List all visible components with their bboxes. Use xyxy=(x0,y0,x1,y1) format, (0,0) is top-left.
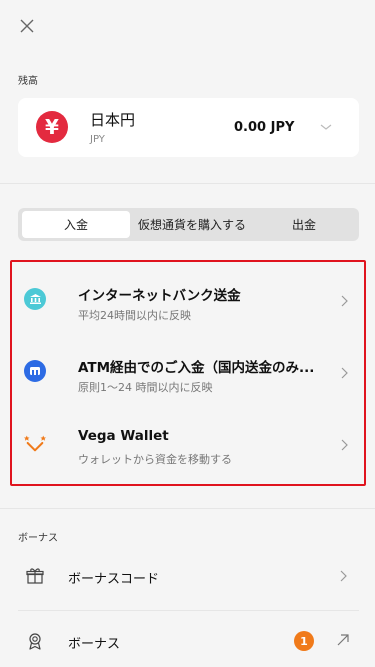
tab-withdraw[interactable]: 出金 xyxy=(254,211,354,238)
deposit-methods-list: インターネットバンク送金 平均24時間以内に反映 ATM経由でのご入金（国内送金… xyxy=(10,260,366,486)
method-internet-bank[interactable]: インターネットバンク送金 平均24時間以内に反映 xyxy=(12,266,364,334)
tab-deposit[interactable]: 入金 xyxy=(22,211,130,238)
chevron-right-icon xyxy=(341,439,348,451)
method-title: インターネットバンク送金 xyxy=(78,288,241,304)
bonus-code-row[interactable]: ボーナスコード xyxy=(0,552,375,600)
atm-card-icon xyxy=(24,360,46,382)
award-icon xyxy=(29,633,41,650)
balance-section-label: 残高 xyxy=(18,76,38,87)
bank-icon xyxy=(24,288,46,310)
bonus-label: ボーナス xyxy=(68,637,121,652)
vega-wallet-icon xyxy=(24,432,46,454)
gift-icon xyxy=(26,568,44,584)
method-vega-wallet[interactable]: Vega Wallet ウォレットから資金を移動する xyxy=(12,410,364,478)
deposit-tabs: 入金 仮想通貨を購入する 出金 xyxy=(18,208,359,241)
external-link-arrow-icon xyxy=(337,634,349,646)
currency-amount: 0.00 JPY xyxy=(234,120,295,135)
bonus-section-label: ボーナス xyxy=(18,533,58,544)
divider xyxy=(0,508,375,509)
currency-name: 日本円 xyxy=(90,111,136,129)
method-subtitle: ウォレットから資金を移動する xyxy=(78,453,232,466)
tab-buy-crypto[interactable]: 仮想通貨を購入する xyxy=(130,211,254,238)
divider xyxy=(0,183,375,184)
notification-badge: 1 xyxy=(294,631,314,651)
chevron-right-icon xyxy=(340,570,347,582)
bonus-code-label: ボーナスコード xyxy=(68,572,160,587)
method-title: Vega Wallet xyxy=(78,428,169,444)
currency-selector[interactable]: ¥ 日本円 JPY 0.00 JPY xyxy=(18,98,359,157)
method-atm[interactable]: ATM経由でのご入金（国内送金のみ... 原則1〜24 時間以内に反映 xyxy=(12,338,364,406)
chevron-down-icon xyxy=(320,124,332,130)
close-button[interactable] xyxy=(16,15,38,37)
chevron-right-icon xyxy=(341,295,348,307)
method-title: ATM経由でのご入金（国内送金のみ... xyxy=(78,360,315,376)
currency-code: JPY xyxy=(90,134,105,145)
method-subtitle: 原則1〜24 時間以内に反映 xyxy=(78,381,213,394)
close-icon xyxy=(20,19,34,33)
method-subtitle: 平均24時間以内に反映 xyxy=(78,309,191,322)
divider xyxy=(18,610,359,611)
chevron-right-icon xyxy=(341,367,348,379)
bonus-row[interactable]: ボーナス 1 xyxy=(0,617,375,665)
yen-icon: ¥ xyxy=(36,111,68,143)
